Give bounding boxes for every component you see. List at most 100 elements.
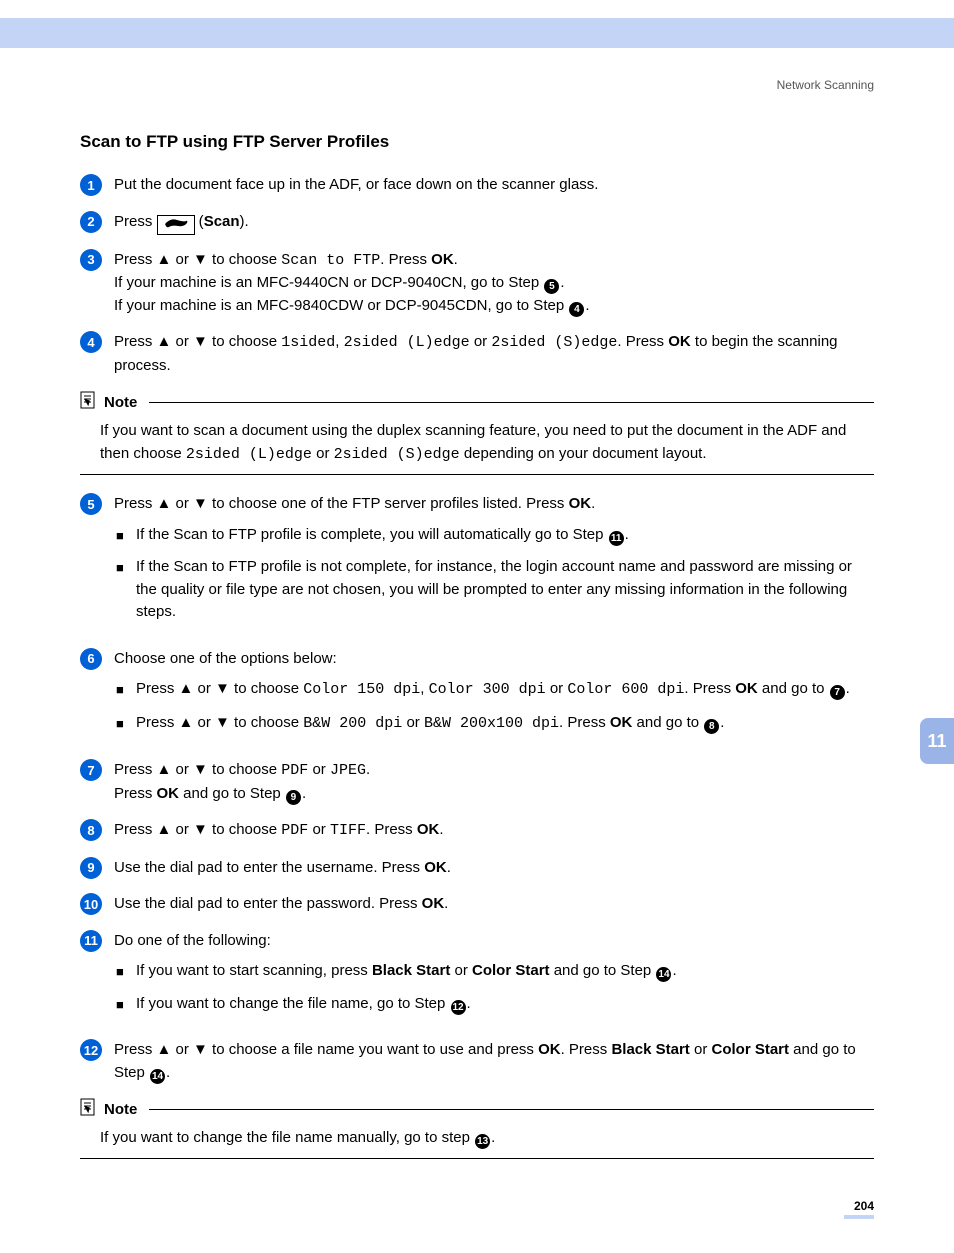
step-text: Use the dial pad to enter the password. … [114, 893, 874, 916]
step-ref-icon: 5 [544, 279, 559, 294]
text: . [302, 785, 306, 802]
step-text: Press (Scan). [114, 211, 874, 235]
text: Press ▲ or ▼ to choose Color 150 dpi, Co… [136, 678, 874, 702]
note-body: If you want to scan a document using the… [100, 420, 874, 466]
text: B&W 200x100 dpi [424, 715, 559, 732]
step-12: 12 Press ▲ or ▼ to choose a file name yo… [80, 1039, 874, 1084]
text: 1sided [281, 334, 335, 351]
text: JPEG [330, 762, 366, 779]
text: or [308, 761, 330, 778]
text: Color 600 dpi [567, 681, 684, 698]
text: If you want to change the file name manu… [100, 1129, 474, 1146]
step-text: Put the document face up in the ADF, or … [114, 174, 874, 197]
text: . Press [380, 251, 431, 268]
step-ref-icon: 7 [830, 685, 845, 700]
page-title: Scan to FTP using FTP Server Profiles [80, 132, 874, 152]
text: . Press [684, 680, 735, 697]
text: or [690, 1041, 712, 1058]
bullet-icon: ■ [116, 680, 130, 700]
bullet-icon: ■ [116, 526, 130, 546]
step-8: 8 Press ▲ or ▼ to choose PDF or TIFF. Pr… [80, 819, 874, 843]
text: PDF [281, 822, 308, 839]
text: and go to [758, 680, 829, 697]
text: Press ▲ or ▼ to choose [114, 251, 281, 268]
step-text: Press ▲ or ▼ to choose PDF or JPEG. Pres… [114, 759, 874, 805]
text: 2sided (S)edge [491, 334, 617, 351]
text: . [454, 251, 458, 268]
text: , [420, 680, 428, 697]
step-text: Press ▲ or ▼ to choose PDF or TIFF. Pres… [114, 819, 874, 843]
text: ). [240, 213, 249, 230]
sub-item: ■ Press ▲ or ▼ to choose B&W 200 dpi or … [116, 712, 874, 736]
text: Press ▲ or ▼ to choose one of the FTP se… [114, 495, 569, 512]
text: OK [157, 785, 180, 802]
bullet-icon: ■ [116, 714, 130, 734]
text: . [625, 526, 629, 543]
step-text: Use the dial pad to enter the username. … [114, 857, 874, 880]
text: . [439, 821, 443, 838]
step-4: 4 Press ▲ or ▼ to choose 1sided, 2sided … [80, 331, 874, 377]
text: OK [431, 251, 454, 268]
text: If you want to change the file name, go … [136, 995, 450, 1012]
text: . [467, 995, 471, 1012]
text: . [846, 680, 850, 697]
text: Press ▲ or ▼ to choose [114, 761, 281, 778]
note-icon [80, 1098, 98, 1121]
text: Black Start [372, 962, 450, 979]
text: B&W 200 dpi [303, 715, 402, 732]
step-number-icon: 7 [80, 759, 102, 781]
step-ref-icon: 11 [609, 531, 624, 546]
step-text: Choose one of the options below: ■ Press… [114, 648, 874, 746]
text: depending on your document layout. [460, 445, 707, 462]
text: Color 300 dpi [429, 681, 546, 698]
text: or [312, 445, 334, 462]
text: . Press [561, 1041, 612, 1058]
text: , [335, 333, 343, 350]
text: or [450, 962, 472, 979]
sub-item: ■ If you want to change the file name, g… [116, 993, 874, 1016]
bullet-icon: ■ [116, 558, 130, 578]
step-2: 2 Press (Scan). [80, 211, 874, 235]
sub-item: ■ If the Scan to FTP profile is complete… [116, 524, 874, 547]
text: . [585, 297, 589, 314]
step-3: 3 Press ▲ or ▼ to choose Scan to FTP. Pr… [80, 249, 874, 318]
text: Scan [204, 213, 240, 230]
text: Color Start [472, 962, 550, 979]
step-text: Press ▲ or ▼ to choose Scan to FTP. Pres… [114, 249, 874, 318]
step-number-icon: 9 [80, 857, 102, 879]
text: If you want to change the file name, go … [136, 993, 874, 1016]
rule [149, 1109, 874, 1110]
step-number-icon: 11 [80, 930, 102, 952]
text: and go to Step [179, 785, 285, 802]
step-number-icon: 5 [80, 493, 102, 515]
text: Press ▲ or ▼ to choose B&W 200 dpi or B&… [136, 712, 874, 736]
text: or [402, 714, 424, 731]
note-label: Note [104, 394, 137, 411]
step-ref-icon: 14 [150, 1069, 165, 1084]
text: . [166, 1064, 170, 1081]
text: Press ▲ or ▼ to choose [114, 821, 281, 838]
text: Color Start [712, 1041, 790, 1058]
step-number-icon: 1 [80, 174, 102, 196]
step-number-icon: 8 [80, 819, 102, 841]
text: If you want to start scanning, press [136, 962, 372, 979]
step-ref-icon: 14 [656, 967, 671, 982]
text: Choose one of the options below: [114, 650, 337, 667]
text: 2sided (L)edge [344, 334, 470, 351]
text: Use the dial pad to enter the username. … [114, 859, 424, 876]
text: If you want to start scanning, press Bla… [136, 960, 874, 983]
step-ref-icon: 12 [451, 1000, 466, 1015]
step-text: Press ▲ or ▼ to choose a file name you w… [114, 1039, 874, 1084]
step-number-icon: 2 [80, 211, 102, 233]
step-10: 10 Use the dial pad to enter the passwor… [80, 893, 874, 916]
note-block: Note If you want to scan a document usin… [80, 391, 874, 475]
note-body: If you want to change the file name manu… [100, 1127, 874, 1150]
note-block: Note If you want to change the file name… [80, 1098, 874, 1159]
text: PDF [281, 762, 308, 779]
text: . Press [366, 821, 417, 838]
step-number-icon: 10 [80, 893, 102, 915]
text: If your machine is an MFC-9440CN or DCP-… [114, 274, 543, 291]
text: OK [569, 495, 592, 512]
step-text: Press ▲ or ▼ to choose one of the FTP se… [114, 493, 874, 634]
text: . [447, 859, 451, 876]
